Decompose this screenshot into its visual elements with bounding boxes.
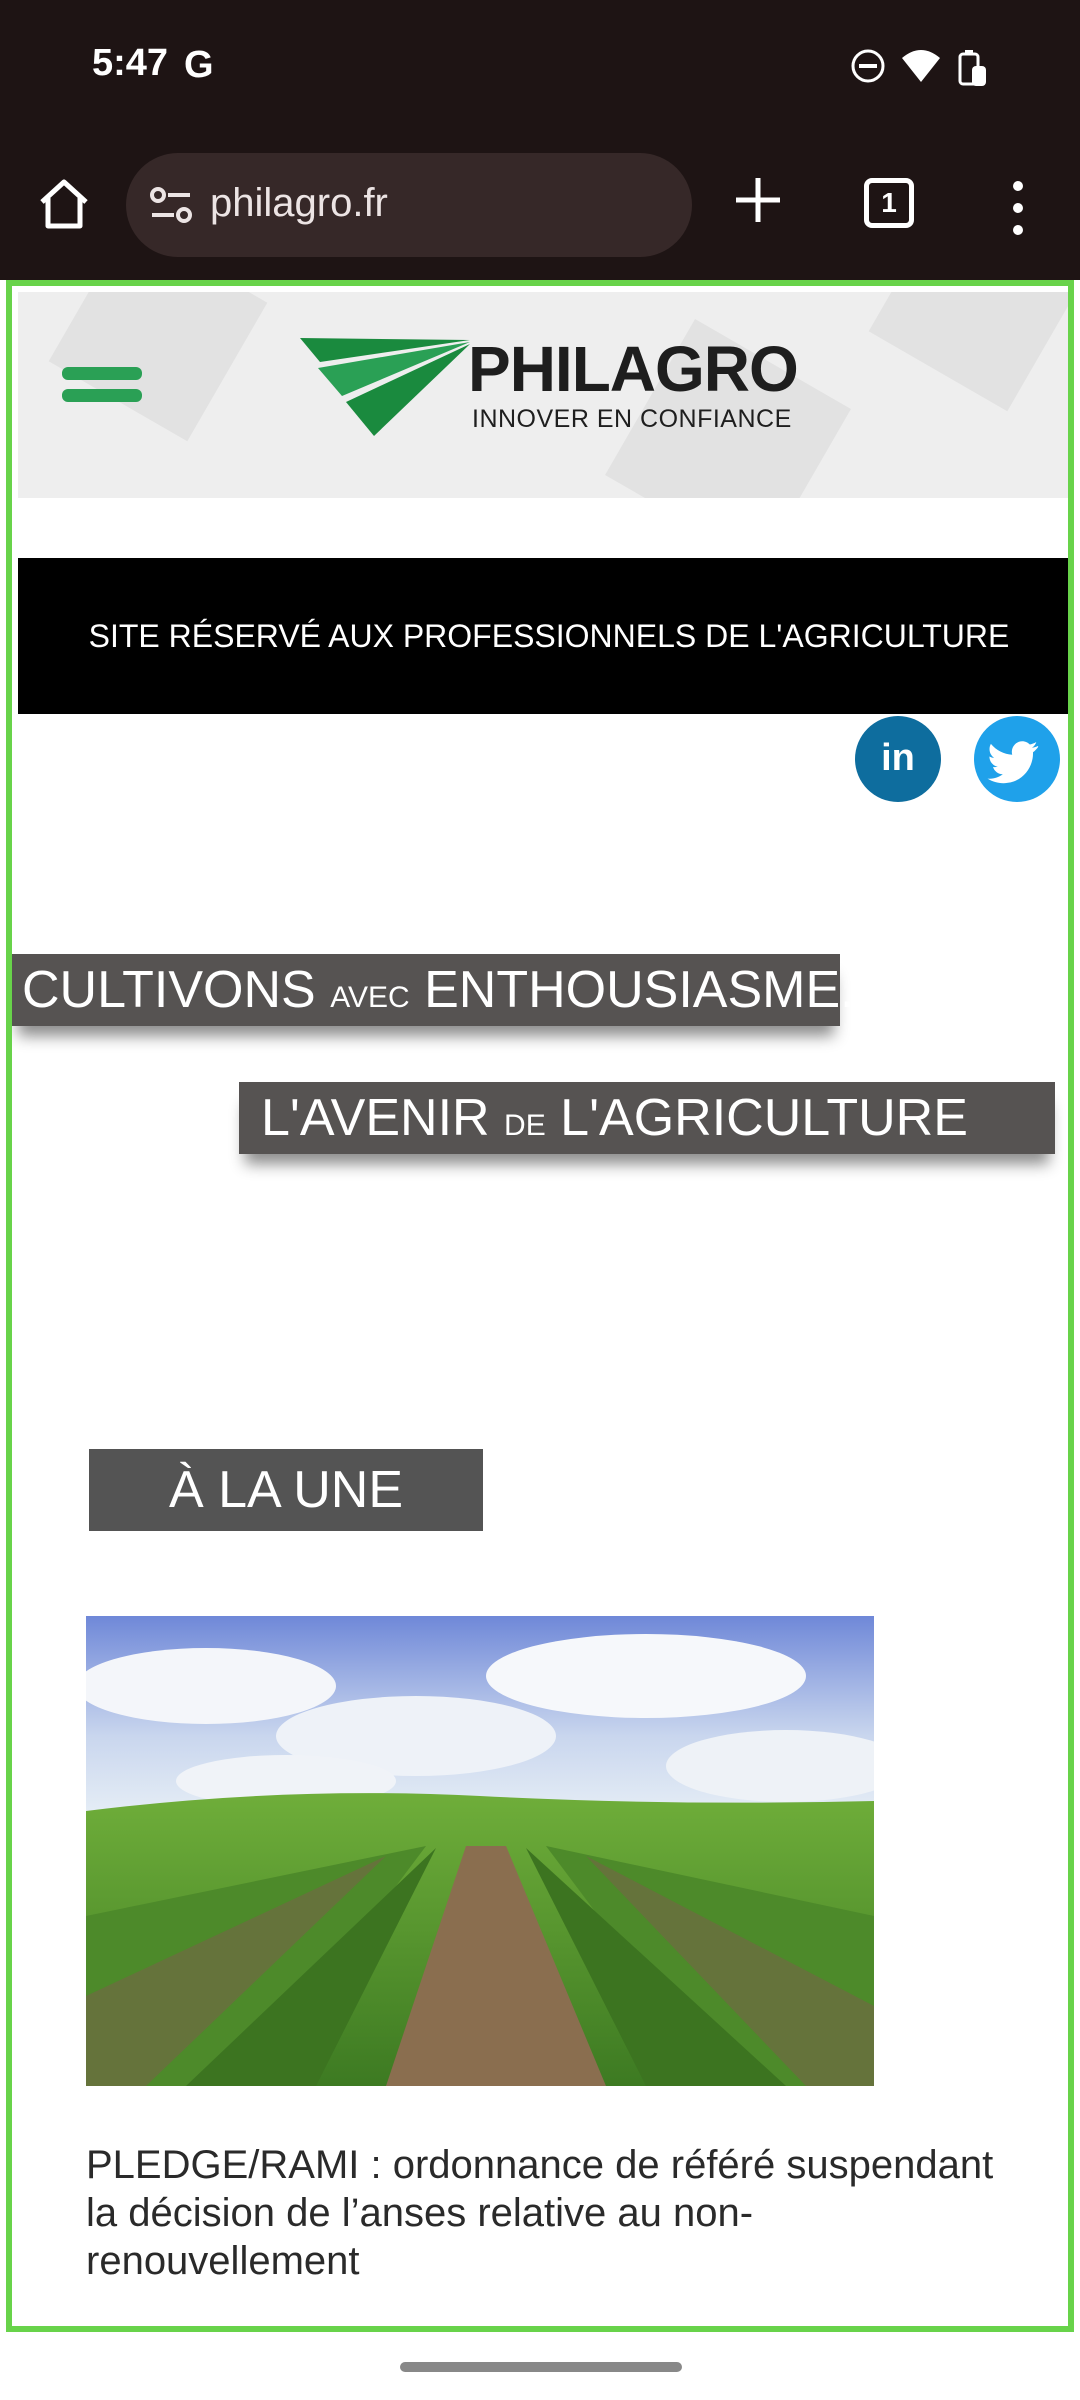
home-icon[interactable] [34, 174, 94, 234]
site-settings-icon[interactable] [148, 183, 194, 227]
site-header: PHILAGRO INNOVER EN CONFIANCE [18, 292, 1068, 498]
browser-toolbar: philagro.fr 1 [0, 140, 1080, 280]
wifi-icon [902, 50, 940, 82]
dnd-icon [851, 49, 885, 83]
slogan-line-2: L'AVENIR DE L'AGRICULTURE [239, 1082, 1055, 1154]
status-bar: 5:47 G [0, 0, 1080, 140]
featured-section-label: À LA UNE [89, 1449, 483, 1531]
slogan-1-small: AVEC [330, 981, 410, 1014]
twitter-bird-icon [987, 741, 1039, 784]
tab-switcher-button[interactable]: 1 [864, 178, 914, 228]
slogan-1-text-end: ENTHOUSIASME... [409, 961, 884, 1019]
address-bar[interactable]: philagro.fr [126, 153, 692, 257]
header-bg-shape [868, 292, 1068, 412]
logo-name: PHILAGRO [468, 333, 799, 405]
floating-action-button[interactable] [932, 2326, 1002, 2332]
twitter-icon[interactable] [974, 716, 1060, 802]
slogan-1-text: CULTIVONS [22, 961, 331, 1019]
more-menu-icon[interactable] [1000, 178, 1036, 238]
professional-banner: SITE RÉSERVÉ AUX PROFESSIONNELS DE L'AGR… [18, 558, 1068, 714]
gesture-navigation-bar[interactable] [400, 2362, 682, 2372]
web-page: PHILAGRO INNOVER EN CONFIANCE SITE RÉSER… [6, 280, 1074, 2332]
google-icon: G [184, 44, 214, 86]
slogan-line-1: CULTIVONS AVEC ENTHOUSIASME... [12, 954, 884, 1026]
news-headline-link[interactable]: PLEDGE/RAMI : ordonnance de référé suspe… [86, 2141, 1026, 2285]
philagro-logo-icon[interactable] [300, 332, 472, 438]
url-text: philagro.fr [210, 181, 388, 225]
hamburger-menu-icon[interactable] [62, 367, 142, 407]
slogan-2-small: DE [504, 1109, 546, 1142]
battery-saver-icon [958, 50, 986, 86]
slogan-2-text: L'AVENIR [261, 1089, 505, 1147]
status-time: 5:47 [92, 42, 169, 84]
logo-tagline: INNOVER EN CONFIANCE [472, 405, 792, 433]
vineyard-image[interactable] [86, 1616, 874, 2086]
new-tab-icon[interactable] [730, 172, 786, 228]
linkedin-icon[interactable]: in [855, 716, 941, 802]
slogan-2-text-end: L'AGRICULTURE [545, 1089, 968, 1147]
